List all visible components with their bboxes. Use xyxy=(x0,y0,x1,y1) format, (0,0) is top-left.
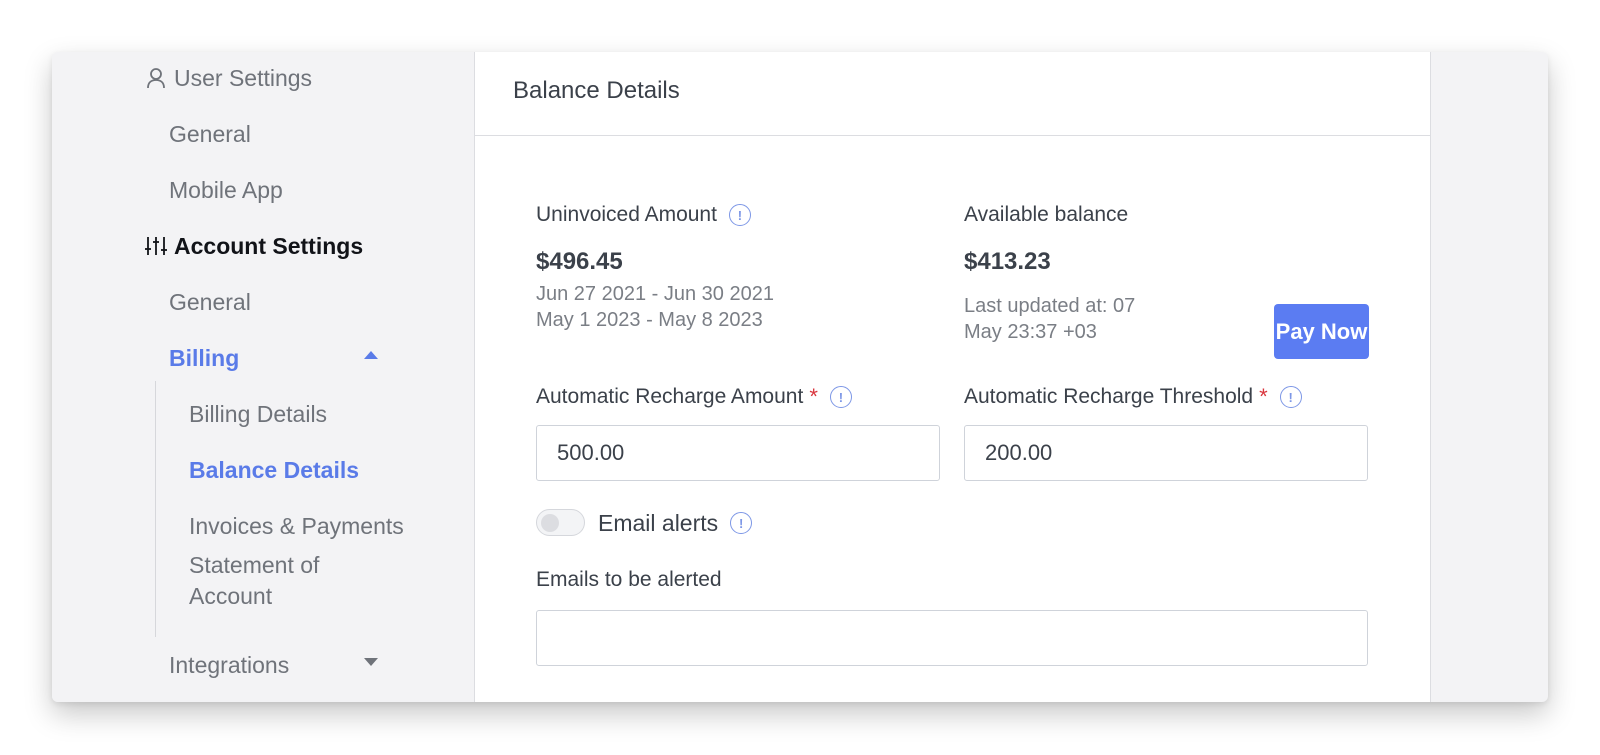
sidebar-item-balance-details[interactable]: Balance Details xyxy=(189,452,359,488)
available-balance-value: $413.23 xyxy=(964,248,1051,275)
uninvoiced-amount-label: Uninvoiced Amount xyxy=(536,203,717,226)
emails-alerted-input[interactable] xyxy=(536,610,1368,666)
required-marker: * xyxy=(1259,384,1268,409)
recharge-threshold-input[interactable]: 200.00 xyxy=(964,425,1368,481)
sidebar-item-invoices-payments[interactable]: Invoices & Payments xyxy=(189,508,404,544)
submenu-divider xyxy=(155,381,156,637)
info-icon[interactable]: ! xyxy=(829,386,852,408)
sidebar-item-label: Invoices & Payments xyxy=(189,512,404,539)
chevron-down-icon[interactable] xyxy=(364,658,378,666)
info-icon[interactable]: ! xyxy=(1279,386,1302,408)
uninvoiced-range-2: May 1 2023 - May 8 2023 xyxy=(536,309,763,331)
sidebar-item-statement-of-account[interactable]: Statement of Account xyxy=(189,552,389,609)
last-updated-line-2: May 23:37 +03 xyxy=(964,321,1097,343)
sidebar-item-label: Mobile App xyxy=(169,176,283,203)
sliders-icon xyxy=(144,234,168,258)
sidebar-section-user-settings[interactable]: User Settings xyxy=(144,60,312,96)
user-icon xyxy=(144,66,168,90)
info-icon[interactable]: ! xyxy=(728,204,751,226)
pay-now-button[interactable]: Pay Now xyxy=(1274,304,1369,359)
email-alerts-label: Email alerts xyxy=(598,509,719,536)
uninvoiced-range-1: Jun 27 2021 - Jun 30 2021 xyxy=(536,283,774,305)
available-balance-label: Available balance xyxy=(964,203,1129,226)
panel-header: Balance Details xyxy=(475,52,1430,136)
recharge-threshold-label: Automatic Recharge Threshold xyxy=(964,385,1254,408)
sidebar-item-label: Integrations xyxy=(169,651,290,678)
sidebar-item-user-general[interactable]: General xyxy=(169,116,251,152)
sidebar-item-mobile-app[interactable]: Mobile App xyxy=(169,172,283,208)
toggle-knob xyxy=(541,514,559,532)
recharge-threshold-label-row: Automatic Recharge Threshold * ! xyxy=(964,384,1302,410)
uninvoiced-amount-value: $496.45 xyxy=(536,248,623,275)
recharge-amount-input[interactable]: 500.00 xyxy=(536,425,940,481)
email-alerts-toggle[interactable] xyxy=(536,509,585,536)
balance-details-panel: Balance Details xyxy=(474,52,1431,702)
sidebar-item-billing-details[interactable]: Billing Details xyxy=(189,396,327,432)
emails-alerted-label-row: Emails to be alerted xyxy=(536,568,722,592)
recharge-amount-label: Automatic Recharge Amount xyxy=(536,385,804,408)
uninvoiced-amount-label-row: Uninvoiced Amount ! xyxy=(536,203,751,227)
sidebar-item-label: General xyxy=(169,120,251,147)
sidebar-item-integrations[interactable]: Integrations xyxy=(169,647,289,683)
sidebar-item-label: Billing xyxy=(169,344,240,371)
sidebar-item-label: General xyxy=(169,288,251,315)
sidebar-section-account-settings-label: Account Settings xyxy=(174,232,364,259)
sidebar-item-label: Balance Details xyxy=(189,456,360,483)
page-title: Balance Details xyxy=(513,77,680,104)
emails-alerted-label: Emails to be alerted xyxy=(536,568,722,591)
sidebar-item-billing[interactable]: Billing xyxy=(169,340,239,376)
sidebar-section-account-settings[interactable]: Account Settings xyxy=(144,228,363,264)
info-icon[interactable]: ! xyxy=(730,512,753,534)
recharge-amount-label-row: Automatic Recharge Amount * ! xyxy=(536,384,852,410)
sidebar-item-label: Billing Details xyxy=(189,400,328,427)
sidebar-item-label: Statement of Account xyxy=(189,552,320,609)
app-window: User Settings General Mobile App Account… xyxy=(52,52,1548,702)
recharge-threshold-value: 200.00 xyxy=(985,440,1053,465)
last-updated-line-1: Last updated at: 07 xyxy=(964,295,1136,317)
email-alerts-label-row: Email alerts ! xyxy=(598,509,753,537)
required-marker: * xyxy=(809,384,818,409)
sidebar-item-account-general[interactable]: General xyxy=(169,284,251,320)
recharge-amount-value: 500.00 xyxy=(557,440,625,465)
sidebar-section-user-settings-label: User Settings xyxy=(174,64,313,91)
available-balance-label-row: Available balance xyxy=(964,203,1128,227)
sidebar: User Settings General Mobile App Account… xyxy=(52,52,483,702)
chevron-up-icon[interactable] xyxy=(364,351,378,359)
